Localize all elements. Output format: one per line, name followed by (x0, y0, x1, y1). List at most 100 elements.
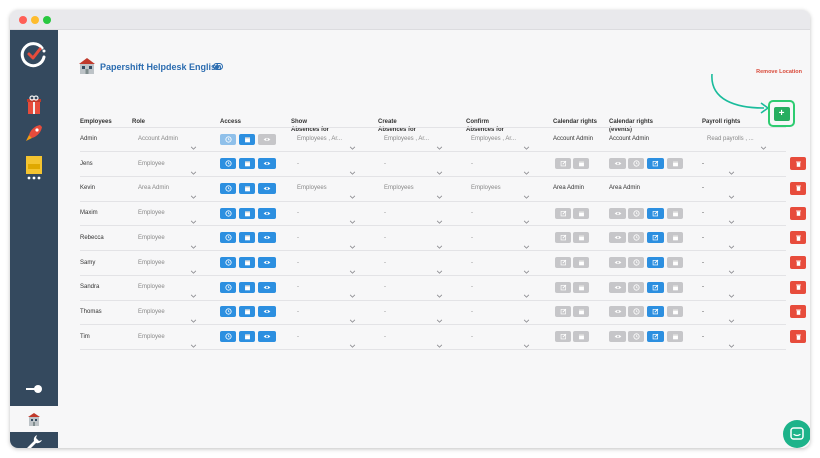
calendar-edit-button[interactable] (555, 281, 571, 293)
events-calendar-button[interactable] (667, 232, 683, 244)
delete-employee-button[interactable] (790, 330, 806, 344)
confirm-absences-chevron[interactable] (523, 285, 531, 298)
access-view-button[interactable] (258, 158, 276, 170)
events-time-button[interactable] (628, 207, 644, 219)
sidebar-item-location[interactable] (10, 406, 58, 432)
payroll-rights-chevron[interactable] (728, 285, 736, 298)
role-select-chevron[interactable] (190, 335, 198, 348)
events-edit-button[interactable] (647, 331, 664, 343)
confirm-absences-chevron[interactable] (523, 186, 531, 200)
events-calendar-button[interactable] (667, 306, 683, 318)
access-calendar-button[interactable] (239, 158, 255, 170)
events-edit-button[interactable] (647, 207, 664, 219)
delete-employee-button[interactable] (790, 157, 806, 171)
access-view-button[interactable] (258, 281, 276, 293)
access-view-button[interactable] (258, 232, 276, 244)
payroll-rights-chevron[interactable] (728, 310, 736, 323)
events-view-button[interactable] (609, 331, 626, 343)
events-time-button[interactable] (628, 331, 644, 343)
calendar-view-button[interactable] (573, 281, 589, 293)
events-calendar-button[interactable] (667, 158, 683, 170)
events-calendar-button[interactable] (667, 257, 683, 268)
access-timeclock-button[interactable] (220, 281, 236, 293)
confirm-absences-chevron[interactable] (523, 310, 531, 323)
access-calendar-button[interactable] (239, 182, 255, 194)
show-absences-chevron[interactable] (349, 211, 357, 224)
events-edit-button[interactable] (647, 232, 664, 244)
access-timeclock-button[interactable] (220, 182, 236, 194)
access-timeclock-button[interactable] (220, 257, 236, 268)
calendar-view-button[interactable] (573, 232, 589, 244)
events-time-button[interactable] (628, 158, 644, 170)
events-time-button[interactable] (628, 306, 644, 318)
calendar-edit-button[interactable] (555, 257, 571, 268)
confirm-absences-chevron[interactable] (523, 137, 531, 150)
show-absences-chevron[interactable] (349, 285, 357, 298)
payroll-rights-chevron[interactable] (728, 335, 736, 348)
create-absences-chevron[interactable] (436, 186, 444, 200)
payroll-rights-chevron[interactable] (728, 261, 736, 274)
events-calendar-button[interactable] (667, 331, 683, 343)
access-timeclock-button[interactable] (220, 306, 236, 318)
events-calendar-button[interactable] (667, 207, 683, 219)
access-calendar-button[interactable] (239, 133, 255, 145)
events-view-button[interactable] (609, 257, 626, 268)
create-absences-chevron[interactable] (436, 211, 444, 224)
show-absences-chevron[interactable] (349, 236, 357, 249)
show-absences-chevron[interactable] (349, 261, 357, 274)
payroll-rights-chevron[interactable] (728, 211, 736, 224)
role-select-chevron[interactable] (190, 162, 198, 175)
events-edit-button[interactable] (647, 257, 664, 268)
maximize-window-button[interactable] (43, 16, 51, 24)
calendar-view-button[interactable] (573, 306, 589, 318)
delete-employee-button[interactable] (790, 305, 806, 319)
calendar-edit-button[interactable] (555, 158, 571, 170)
events-view-button[interactable] (609, 158, 626, 170)
calendar-edit-button[interactable] (555, 232, 571, 244)
confirm-absences-chevron[interactable] (523, 335, 531, 348)
show-absences-chevron[interactable] (349, 186, 357, 200)
sidebar-more[interactable] (10, 172, 58, 184)
sidebar-item-rocket[interactable] (10, 120, 58, 146)
confirm-absences-chevron[interactable] (523, 236, 531, 249)
show-absences-chevron[interactable] (349, 162, 357, 175)
access-view-button[interactable] (258, 331, 276, 343)
show-absences-chevron[interactable] (349, 310, 357, 323)
create-absences-chevron[interactable] (436, 236, 444, 249)
calendar-view-button[interactable] (573, 207, 589, 219)
events-edit-button[interactable] (647, 281, 664, 293)
show-absences-chevron[interactable] (349, 335, 357, 348)
events-view-button[interactable] (609, 281, 626, 293)
close-window-button[interactable] (19, 16, 27, 24)
calendar-view-button[interactable] (573, 158, 589, 170)
role-select-chevron[interactable] (190, 261, 198, 274)
access-view-button[interactable] (258, 133, 276, 145)
access-view-button[interactable] (258, 182, 276, 194)
calendar-view-button[interactable] (573, 331, 589, 343)
access-view-button[interactable] (258, 306, 276, 318)
access-timeclock-button[interactable] (220, 207, 236, 219)
create-absences-chevron[interactable] (436, 285, 444, 298)
create-absences-chevron[interactable] (436, 137, 444, 150)
calendar-edit-button[interactable] (555, 331, 571, 343)
calendar-edit-button[interactable] (555, 306, 571, 318)
add-employee-button[interactable]: + (768, 100, 795, 127)
access-timeclock-button[interactable] (220, 232, 236, 244)
create-absences-chevron[interactable] (436, 310, 444, 323)
role-select-chevron[interactable] (190, 186, 198, 200)
sidebar-item-gift[interactable] (10, 92, 58, 118)
show-absences-chevron[interactable] (349, 137, 357, 150)
delete-employee-button[interactable] (790, 256, 806, 269)
events-time-button[interactable] (628, 232, 644, 244)
access-calendar-button[interactable] (239, 207, 255, 219)
role-select-chevron[interactable] (190, 310, 198, 323)
access-calendar-button[interactable] (239, 306, 255, 318)
delete-employee-button[interactable] (790, 181, 806, 195)
sidebar-item-settings[interactable] (10, 430, 58, 448)
role-select-chevron[interactable] (190, 285, 198, 298)
delete-employee-button[interactable] (790, 280, 806, 294)
access-timeclock-button[interactable] (220, 158, 236, 170)
access-view-button[interactable] (258, 207, 276, 219)
access-calendar-button[interactable] (239, 232, 255, 244)
location-toggle[interactable] (213, 63, 223, 70)
